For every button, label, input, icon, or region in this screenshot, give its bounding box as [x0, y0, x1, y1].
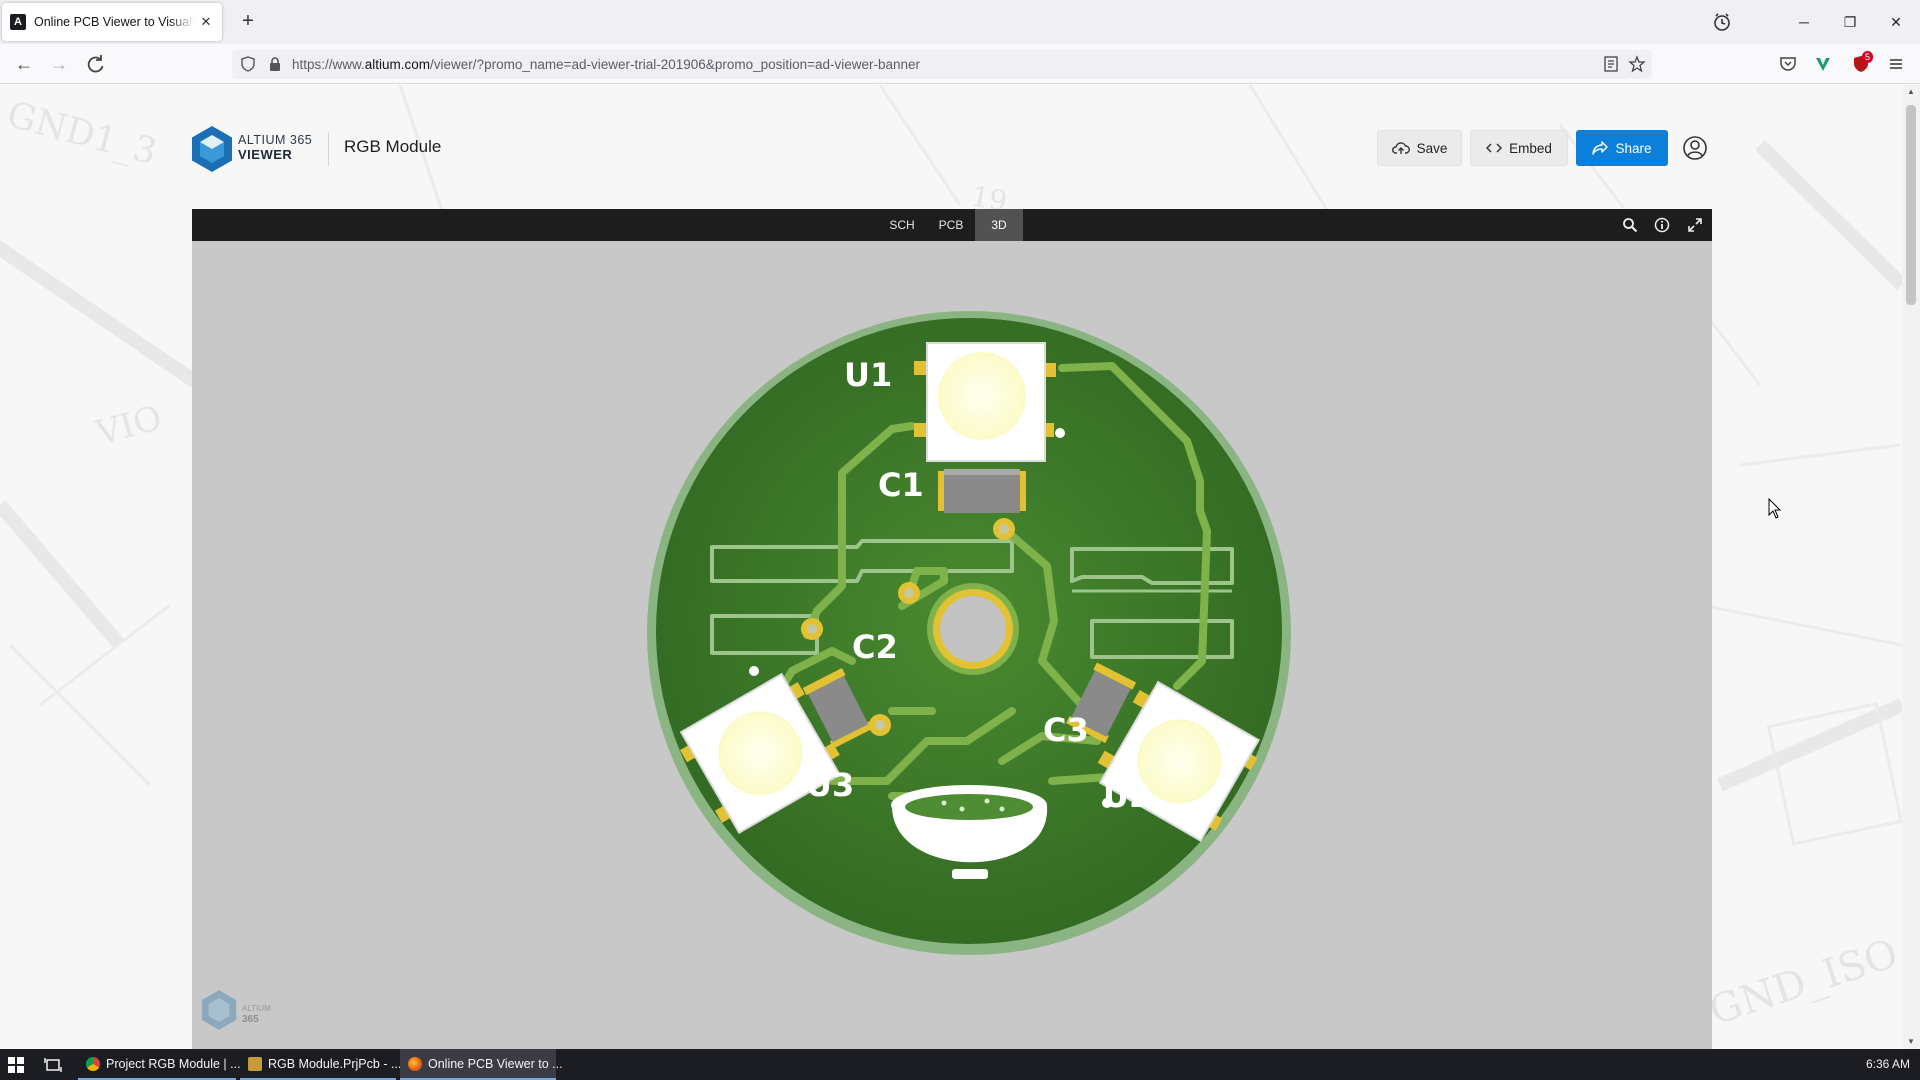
lock-icon[interactable] — [268, 56, 282, 72]
save-button[interactable]: Save — [1377, 130, 1462, 166]
chrome-icon — [86, 1056, 100, 1071]
taskbar-item-altium[interactable]: RGB Module.PrjPcb - ... — [240, 1049, 401, 1080]
share-button[interactable]: Share — [1576, 130, 1668, 166]
restore-icon[interactable]: ❐ — [1838, 10, 1862, 34]
close-window-icon[interactable]: ✕ — [1884, 10, 1908, 34]
search-icon[interactable] — [1622, 217, 1638, 233]
windows-start-icon[interactable] — [8, 1057, 24, 1073]
tab-sch[interactable]: SCH — [880, 209, 924, 241]
designator-u2: U2 — [1103, 777, 1151, 815]
share-label: Share — [1615, 140, 1652, 156]
vpn-extension-icon[interactable] — [1813, 54, 1833, 74]
embed-label: Embed — [1509, 140, 1552, 156]
forward-arrow-icon[interactable]: → — [47, 52, 71, 76]
pin1-dot — [749, 666, 759, 676]
viewer-toolbar: SCH PCB 3D — [192, 209, 1712, 241]
taskbar-item-label: Online PCB Viewer to ... — [428, 1056, 563, 1071]
reload-icon[interactable] — [84, 52, 108, 76]
share-arrow-icon — [1592, 141, 1609, 155]
shield-icon[interactable] — [240, 56, 256, 72]
nav-bar: ← → https://www.altium.com/viewer/?promo… — [0, 44, 1920, 84]
pin1-dot — [1055, 428, 1065, 438]
page: GND1_3 VIO 19 GND_ISO ALTIUM 365 VIEWER … — [0, 85, 1902, 1049]
minimize-icon[interactable]: ─ — [1792, 10, 1816, 34]
project-title: RGB Module — [344, 137, 442, 156]
cloud-upload-icon — [1391, 142, 1410, 154]
url-bar[interactable]: https://www.altium.com/viewer/?promo_nam… — [232, 50, 1652, 79]
extension-badge: 5 — [1862, 51, 1874, 63]
timer-icon[interactable] — [1711, 11, 1733, 33]
reader-view-icon[interactable] — [1602, 55, 1620, 73]
scroll-up-icon[interactable]: ▲ — [1906, 87, 1916, 97]
new-tab-button[interactable]: + — [236, 10, 260, 34]
watermark-text-top: ALTIUM — [242, 1004, 271, 1013]
menu-icon[interactable] — [1886, 54, 1906, 74]
embed-button[interactable]: Embed — [1470, 130, 1568, 166]
altium-logo-icon[interactable] — [190, 125, 234, 173]
scroll-down-icon[interactable]: ▼ — [1906, 1037, 1916, 1047]
bg-label-gnd1: GND1_3 — [3, 94, 161, 173]
mounting-hole — [940, 596, 1006, 662]
tab-close-icon[interactable]: ✕ — [198, 14, 214, 30]
taskbar-item-label: RGB Module.PrjPcb - ... — [268, 1056, 402, 1071]
cap-c1 — [938, 469, 1026, 513]
pcb-viewer[interactable]: SCH PCB 3D U1 C1 C2 C3 U3 U2 ALTIUM 365 — [192, 209, 1712, 1049]
bg-label-gnd-iso: GND_ISO — [1704, 930, 1902, 1034]
back-arrow-icon[interactable]: ← — [12, 52, 36, 76]
tab-pcb[interactable]: PCB — [929, 209, 973, 241]
altium-favicon-icon: A — [10, 14, 26, 30]
page-scrollbar[interactable]: ▲ ▼ — [1902, 85, 1920, 1049]
pcb-3d-render[interactable]: U1 C1 C2 C3 U3 U2 — [192, 241, 1712, 1049]
firefox-icon — [408, 1056, 422, 1071]
bookmark-star-icon[interactable] — [1628, 55, 1646, 73]
altium-designer-icon — [248, 1056, 262, 1071]
watermark-text-bottom: 365 — [242, 1014, 259, 1025]
info-icon[interactable] — [1654, 217, 1670, 233]
taskbar-item-chrome[interactable]: Project RGB Module | ... — [78, 1049, 241, 1080]
save-label: Save — [1416, 140, 1448, 156]
designator-u1: U1 — [844, 356, 892, 394]
brand-divider — [328, 132, 329, 166]
taskbar: Project RGB Module | ... RGB Module.PrjP… — [0, 1049, 1920, 1080]
tab-strip: A Online PCB Viewer to Visualize ✕ + ─ ❐… — [0, 0, 1920, 44]
altium-watermark-icon — [201, 990, 237, 1030]
led-u1 — [914, 342, 1056, 462]
pocket-icon[interactable] — [1778, 54, 1798, 74]
tab-3d[interactable]: 3D — [975, 209, 1023, 241]
designator-c3: C3 — [1043, 711, 1089, 749]
task-view-icon[interactable] — [44, 1057, 62, 1073]
taskbar-item-firefox[interactable]: Online PCB Viewer to ... — [400, 1049, 563, 1080]
url-text: https://www.altium.com/viewer/?promo_nam… — [292, 57, 921, 72]
brand-top: ALTIUM 365 — [238, 133, 313, 147]
mouse-cursor-icon — [1768, 498, 1782, 519]
fullscreen-icon[interactable] — [1687, 217, 1703, 233]
designator-c2: C2 — [852, 628, 898, 666]
user-avatar-icon[interactable] — [1680, 133, 1710, 163]
brand-bottom: VIEWER — [238, 147, 293, 162]
tab-title: Online PCB Viewer to Visualize — [34, 15, 194, 29]
browser-tab[interactable]: A Online PCB Viewer to Visualize ✕ — [2, 3, 222, 41]
code-icon — [1486, 143, 1503, 153]
taskbar-item-label: Project RGB Module | ... — [106, 1056, 241, 1071]
scroll-thumb[interactable] — [1906, 105, 1916, 305]
designator-c1: C1 — [878, 466, 924, 504]
taskbar-clock[interactable]: 6:36 AM — [1866, 1057, 1910, 1071]
bg-label-vio: VIO — [91, 398, 166, 454]
designator-u3: U3 — [806, 766, 854, 804]
